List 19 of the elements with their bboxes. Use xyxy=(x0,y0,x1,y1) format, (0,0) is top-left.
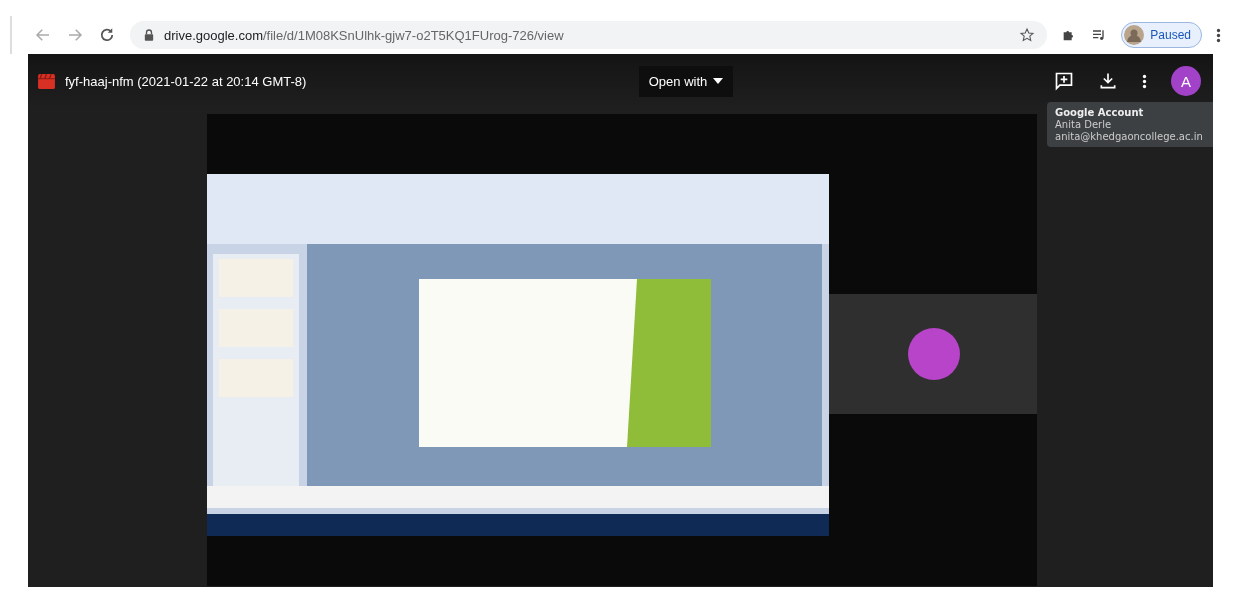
account-avatar[interactable]: A xyxy=(1171,66,1201,96)
url-text: drive.google.com/file/d/1M08KSnUlhk-gjw7-o2T5KQ1FUrog-726/view xyxy=(164,27,565,43)
file-title: fyf-haaj-nfm (2021-01-22 at 20:14 GMT-8) xyxy=(65,73,307,89)
address-bar[interactable]: drive.google.com/file/d/1M08KSnUlhk-gjw7-o2T5KQ1FUrog-726/view xyxy=(130,21,1048,49)
add-comment-icon[interactable] xyxy=(1054,71,1074,91)
star-icon[interactable] xyxy=(1019,27,1036,43)
tooltip-title: Google Account xyxy=(1055,107,1145,118)
account-name: Anita Derle xyxy=(1055,119,1113,130)
lock-icon xyxy=(144,29,154,41)
download-icon[interactable] xyxy=(1098,71,1118,91)
more-icon[interactable] xyxy=(1216,27,1221,43)
reload-icon[interactable] xyxy=(98,26,116,44)
caret-icon xyxy=(713,78,724,84)
more-icon[interactable] xyxy=(1142,72,1147,90)
video-file-icon xyxy=(38,73,55,89)
account-email: anita@khedgaoncollege.ac.in xyxy=(1055,131,1204,142)
avatar-icon xyxy=(1124,25,1145,45)
open-with-button[interactable]: Open with xyxy=(638,65,734,97)
profile-button[interactable]: Paused xyxy=(1121,22,1202,48)
